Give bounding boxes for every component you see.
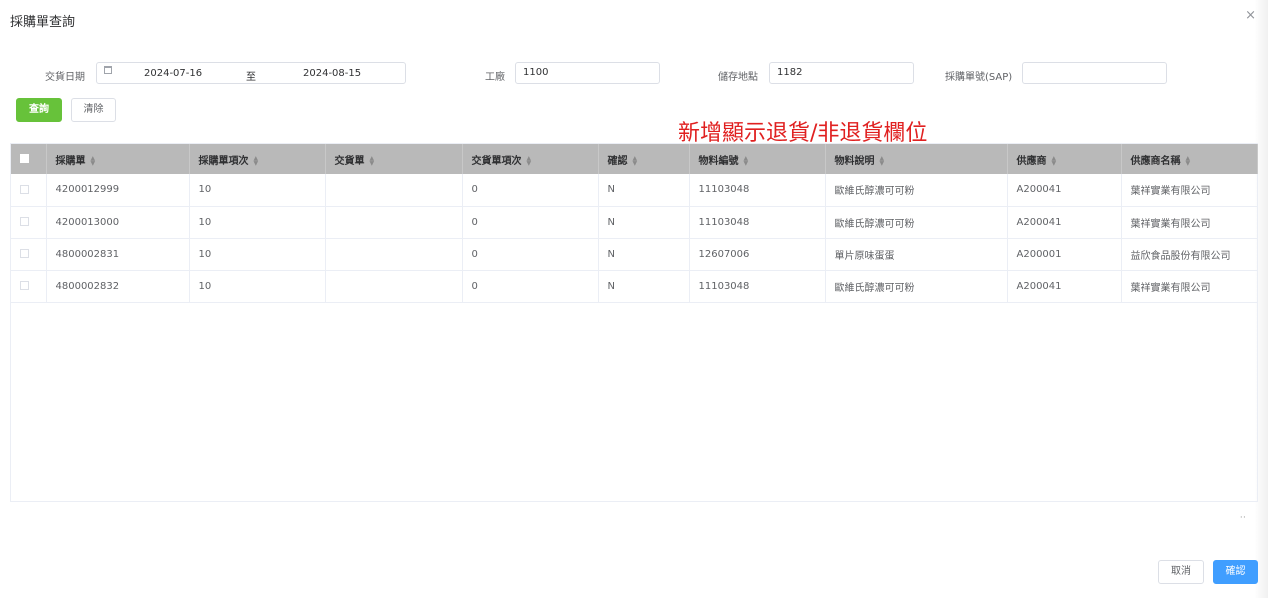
- column-header[interactable]: 交貨單 ▲ ▼: [325, 144, 463, 174]
- cell-delivery-no: [325, 174, 463, 207]
- sort-icon[interactable]: ▲ ▼: [880, 155, 885, 166]
- date-range-separator: 至: [246, 72, 256, 83]
- select-all-checkbox[interactable]: [20, 154, 29, 163]
- sort-icon[interactable]: ▲ ▼: [91, 155, 96, 166]
- cell-po-item: 10: [189, 174, 326, 207]
- cell-po-number: 4800002832: [46, 270, 190, 303]
- cell-vendor: A200041: [1007, 206, 1122, 239]
- sort-icon[interactable]: ▲ ▼: [527, 155, 532, 166]
- cell-material-no: 11103048: [689, 174, 826, 207]
- cell-confirmed: N: [598, 206, 690, 239]
- cell-po-number: 4800002831: [46, 238, 190, 271]
- sort-icon[interactable]: ▲ ▼: [1052, 155, 1057, 166]
- sort-icon[interactable]: ▲ ▼: [254, 155, 259, 166]
- cell-material-no: 11103048: [689, 270, 826, 303]
- cell-po-item: 10: [189, 238, 326, 271]
- row-checkbox[interactable]: [20, 249, 29, 258]
- calendar-icon: [104, 66, 112, 74]
- row-checkbox[interactable]: [20, 281, 29, 290]
- cell-vendor-name: 葉祥實業有限公司: [1121, 174, 1258, 207]
- delivery-date-label: 交貨日期: [45, 72, 85, 83]
- cell-vendor: A200001: [1007, 238, 1122, 271]
- dialog-title: 採購單查詢: [10, 15, 76, 30]
- query-button[interactable]: 查詢: [16, 98, 62, 122]
- resize-handle-icon[interactable]: ⠠⠄: [1238, 512, 1248, 520]
- confirm-button[interactable]: 確認: [1213, 560, 1258, 584]
- date-end-input[interactable]: 2024-08-15: [303, 68, 361, 79]
- cell-material-no: 12607006: [689, 238, 826, 271]
- cell-vendor: A200041: [1007, 174, 1122, 207]
- cell-confirmed: N: [598, 270, 690, 303]
- cell-delivery-no: [325, 206, 463, 239]
- po-sap-label: 採購單號(SAP): [945, 72, 1013, 83]
- cell-po-number: 4200013000: [46, 206, 190, 239]
- column-header[interactable]: 採購單 ▲ ▼: [46, 144, 190, 174]
- cell-material-desc: 單片原味蛋蛋: [825, 238, 1008, 271]
- cell-po-number: 4200012999: [46, 174, 190, 207]
- clear-button[interactable]: 清除: [71, 98, 116, 122]
- cell-delivery-no: [325, 238, 463, 271]
- table-header-row: 採購單 ▲ ▼ 採購單項次 ▲ ▼ 交貨單 ▲ ▼ 交貨單項次 ▲ ▼ 確認 ▲ ▼ 物料編號 ▲ ▼ …: [11, 144, 1258, 174]
- plant-label: 工廠: [485, 72, 505, 83]
- cell-material-desc: 歐維氏醇濃可可粉: [825, 174, 1008, 207]
- cell-vendor-name: 葉祥實業有限公司: [1121, 206, 1258, 239]
- column-header[interactable]: 採購單項次 ▲ ▼: [189, 144, 326, 174]
- select-all-checkbox-cell[interactable]: [11, 144, 47, 174]
- column-header[interactable]: 交貨單項次 ▲ ▼: [462, 144, 599, 174]
- cell-delivery-item: 0: [462, 206, 599, 239]
- table-row[interactable]: 4800002832 10 0 N 11103048 歐維氏醇濃可可粉 A200…: [11, 270, 1258, 303]
- cell-vendor: A200041: [1007, 270, 1122, 303]
- column-header[interactable]: 確認 ▲ ▼: [598, 144, 690, 174]
- cell-po-item: 10: [189, 270, 326, 303]
- cell-vendor-name: 葉祥實業有限公司: [1121, 270, 1258, 303]
- sort-icon[interactable]: ▲ ▼: [1186, 155, 1191, 166]
- po-sap-input[interactable]: [1022, 62, 1167, 84]
- po-table: 採購單 ▲ ▼ 採購單項次 ▲ ▼ 交貨單 ▲ ▼ 交貨單項次 ▲ ▼ 確認 ▲ ▼ 物料編號 ▲ ▼ …: [10, 143, 1258, 502]
- cell-material-desc: 歐維氏醇濃可可粉: [825, 270, 1008, 303]
- column-header[interactable]: 物料說明 ▲ ▼: [825, 144, 1008, 174]
- row-checkbox[interactable]: [20, 217, 29, 226]
- table-row[interactable]: 4800002831 10 0 N 12607006 單片原味蛋蛋 A20000…: [11, 238, 1258, 271]
- column-header[interactable]: 物料編號 ▲ ▼: [689, 144, 826, 174]
- plant-input[interactable]: 1100: [515, 62, 660, 84]
- storage-location-label: 儲存地點: [718, 72, 758, 83]
- row-checkbox[interactable]: [20, 184, 29, 194]
- cell-vendor-name: 益欣食品股份有限公司: [1121, 238, 1258, 271]
- cell-po-item: 10: [189, 206, 326, 239]
- date-start-input[interactable]: 2024-07-16: [144, 68, 202, 79]
- cell-material-desc: 歐維氏醇濃可可粉: [825, 206, 1008, 239]
- sort-icon[interactable]: ▲ ▼: [744, 155, 749, 166]
- column-header[interactable]: 供應商 ▲ ▼: [1007, 144, 1122, 174]
- storage-location-input[interactable]: 1182: [769, 62, 914, 84]
- cell-confirmed: N: [598, 174, 690, 207]
- cell-material-no: 11103048: [689, 206, 826, 239]
- cell-delivery-no: [325, 270, 463, 303]
- cell-delivery-item: 0: [462, 270, 599, 303]
- sort-icon[interactable]: ▲ ▼: [633, 155, 638, 166]
- cell-delivery-item: 0: [462, 174, 599, 207]
- cell-delivery-item: 0: [462, 238, 599, 271]
- cancel-button[interactable]: 取消: [1158, 560, 1204, 584]
- column-header[interactable]: 供應商名稱 ▲ ▼: [1121, 144, 1258, 174]
- table-row[interactable]: 4200013000 10 0 N 11103048 歐維氏醇濃可可粉 A200…: [11, 206, 1258, 239]
- cell-confirmed: N: [598, 238, 690, 271]
- table-row[interactable]: 4200012999 10 0 N 11103048 歐維氏醇濃可可粉 A200…: [11, 174, 1258, 207]
- sort-icon[interactable]: ▲ ▼: [370, 155, 375, 166]
